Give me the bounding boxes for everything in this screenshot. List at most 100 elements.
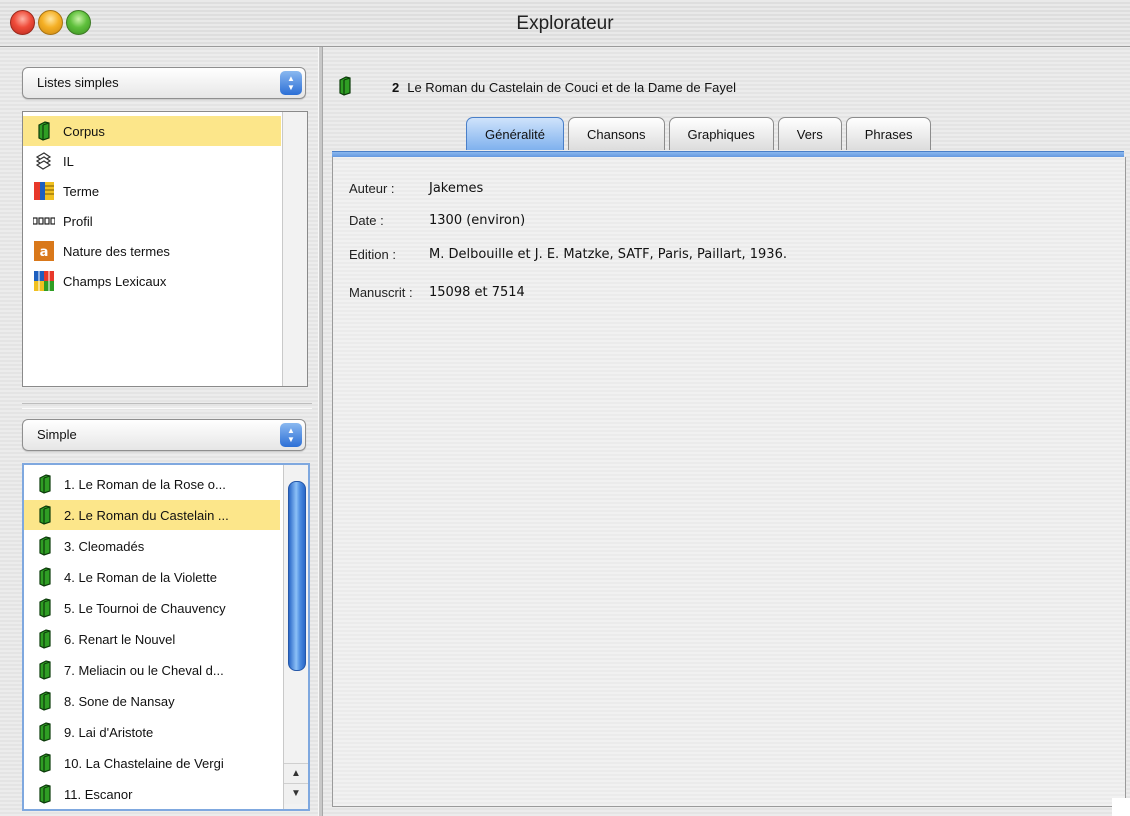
explorateur-window: Explorateur Listes simples ▲▼ Corpus IL xyxy=(0,0,1130,816)
texts-list[interactable]: 1. Le Roman de la Rose o... 2. Le Roman d… xyxy=(22,463,310,811)
category-item-label: Champs Lexicaux xyxy=(63,273,167,289)
book-icon xyxy=(34,598,56,618)
book-icon xyxy=(33,121,55,141)
tab-label: Généralité xyxy=(485,126,545,142)
category-list[interactable]: Corpus IL Terme Profil a Nature des term… xyxy=(22,111,308,387)
book-icon xyxy=(34,474,56,494)
letter-a-icon: a xyxy=(33,241,55,261)
field-value: M. Delbouille et J. E. Matzke, SATF, Par… xyxy=(429,247,787,262)
book-icon xyxy=(34,722,56,742)
text-list-item-label: 9. Lai d'Aristote xyxy=(64,724,154,740)
tab-graphiques[interactable]: Graphiques xyxy=(668,117,774,150)
category-item-il[interactable]: IL xyxy=(23,146,281,176)
resize-handle[interactable] xyxy=(1112,798,1130,816)
text-list-item-label: 1. Le Roman de la Rose o... xyxy=(64,476,226,492)
tab-phrases[interactable]: Phrases xyxy=(845,117,932,150)
champs-icon xyxy=(33,271,55,291)
book-icon xyxy=(34,505,56,525)
text-list-item-label: 10. La Chastelaine de Vergi xyxy=(64,755,224,771)
list-type-popup[interactable]: Listes simples ▲ ▼ xyxy=(22,67,306,99)
text-list-item[interactable]: 4. Le Roman de la Violette xyxy=(24,562,280,592)
scroll-down-arrow-icon[interactable]: ▼ xyxy=(284,783,308,804)
popup-arrows-icon: ▲ ▼ xyxy=(280,71,302,95)
category-item-label: Terme xyxy=(63,183,100,199)
category-item-label: Corpus xyxy=(63,123,105,139)
book-icon xyxy=(34,629,56,649)
text-list-item[interactable]: 8. Sone de Nansay xyxy=(24,686,280,716)
text-list-item[interactable]: 5. Le Tournoi de Chauvency xyxy=(24,593,280,623)
scroll-up-arrow-icon[interactable]: ▲ xyxy=(284,763,308,784)
field-auteur: Auteur : Jakemes xyxy=(349,181,483,196)
field-value: Jakemes xyxy=(429,181,484,196)
pane-splitter[interactable] xyxy=(318,47,323,816)
field-manuscrit: Manuscrit : 15098 et 7514 xyxy=(349,285,525,300)
text-list-item-label: 2. Le Roman du Castelain ... xyxy=(64,507,229,523)
tab-label: Graphiques xyxy=(687,126,755,142)
text-list-item-label: 4. Le Roman de la Violette xyxy=(64,569,217,585)
category-item-corpus[interactable]: Corpus xyxy=(23,116,281,146)
view-mode-popup-label: Simple xyxy=(37,427,77,442)
field-value: 1300 (environ) xyxy=(429,213,526,228)
category-list-scrollbar[interactable] xyxy=(282,112,307,386)
window-title: Explorateur xyxy=(516,13,614,34)
left-pane: Listes simples ▲ ▼ Corpus IL Terme Profi… xyxy=(0,47,318,816)
tab-label: Phrases xyxy=(864,126,913,142)
field-edition: Edition : M. Delbouille et J. E. Matzke,… xyxy=(349,247,787,262)
tab-label: Chansons xyxy=(586,126,646,142)
text-list-item-label: 5. Le Tournoi de Chauvency xyxy=(64,600,226,616)
book-icon xyxy=(34,753,56,773)
field-key: Edition : xyxy=(349,247,396,262)
scroll-thumb[interactable] xyxy=(288,481,306,671)
tab-generalite[interactable]: Généralité xyxy=(466,117,564,150)
book-icon xyxy=(34,691,56,711)
tab-chansons[interactable]: Chansons xyxy=(567,117,665,150)
text-list-item[interactable]: 1. Le Roman de la Rose o... xyxy=(24,469,280,499)
list-type-popup-label: Listes simples xyxy=(37,75,119,90)
field-key: Date : xyxy=(349,213,384,228)
category-item-label: Nature des termes xyxy=(63,243,170,259)
text-list-item[interactable]: 9. Lai d'Aristote xyxy=(24,717,280,747)
field-key: Auteur : xyxy=(349,181,395,196)
text-list-item[interactable]: 3. Cleomadés xyxy=(24,531,280,561)
category-item-label: Profil xyxy=(63,213,93,229)
field-date: Date : 1300 (environ) xyxy=(349,213,525,228)
text-list-item[interactable]: 2. Le Roman du Castelain ... xyxy=(24,500,280,530)
text-list-item-label: 3. Cleomadés xyxy=(64,538,145,554)
tab-vers[interactable]: Vers xyxy=(777,117,842,150)
text-list-item[interactable]: 10. La Chastelaine de Vergi xyxy=(24,748,280,778)
detail-header: 2 Le Roman du Castelain de Couci et de l… xyxy=(338,76,736,99)
pages-icon xyxy=(33,151,55,171)
text-list-item[interactable]: 11. Escanor xyxy=(24,779,280,809)
category-item-profil[interactable]: Profil xyxy=(23,206,281,236)
text-list-item[interactable]: 7. Meliacin ou le Cheval d... xyxy=(24,655,280,685)
text-list-item-label: 7. Meliacin ou le Cheval d... xyxy=(64,662,224,678)
category-item-terme[interactable]: Terme xyxy=(23,176,281,206)
book-icon xyxy=(34,784,56,804)
popup-arrows-icon: ▲ ▼ xyxy=(280,423,302,447)
profil-icon xyxy=(33,211,55,231)
tab-label: Vers xyxy=(796,126,823,142)
text-list-item-label: 11. Escanor xyxy=(64,786,133,802)
detail-tabs: Généralité Chansons Graphiques Vers Phra… xyxy=(466,117,935,151)
title-bar[interactable]: Explorateur xyxy=(0,0,1130,47)
texts-list-scrollbar[interactable]: ▲ ▼ xyxy=(283,465,308,809)
field-value: 15098 et 7514 xyxy=(429,285,525,300)
view-mode-popup[interactable]: Simple ▲ ▼ xyxy=(22,419,306,451)
category-item-nature[interactable]: a Nature des termes xyxy=(23,236,281,266)
book-icon xyxy=(338,76,352,99)
book-icon xyxy=(34,567,56,587)
text-number: 2 xyxy=(392,80,400,95)
text-title: Le Roman du Castelain de Couci et de la … xyxy=(407,80,737,95)
detail-panel: Auteur : Jakemes Date : 1300 (environ) E… xyxy=(332,157,1126,807)
book-icon xyxy=(34,660,56,680)
category-item-label: IL xyxy=(63,153,74,169)
field-key: Manuscrit : xyxy=(349,285,413,300)
text-list-item-label: 6. Renart le Nouvel xyxy=(64,631,176,647)
book-icon xyxy=(34,536,56,556)
text-list-item[interactable]: 6. Renart le Nouvel xyxy=(24,624,280,654)
terme-icon xyxy=(33,181,55,201)
svg-text:a: a xyxy=(40,245,49,260)
category-item-champs[interactable]: Champs Lexicaux xyxy=(23,266,281,296)
text-list-item-label: 8. Sone de Nansay xyxy=(64,693,175,709)
list-splitter[interactable] xyxy=(22,403,312,409)
